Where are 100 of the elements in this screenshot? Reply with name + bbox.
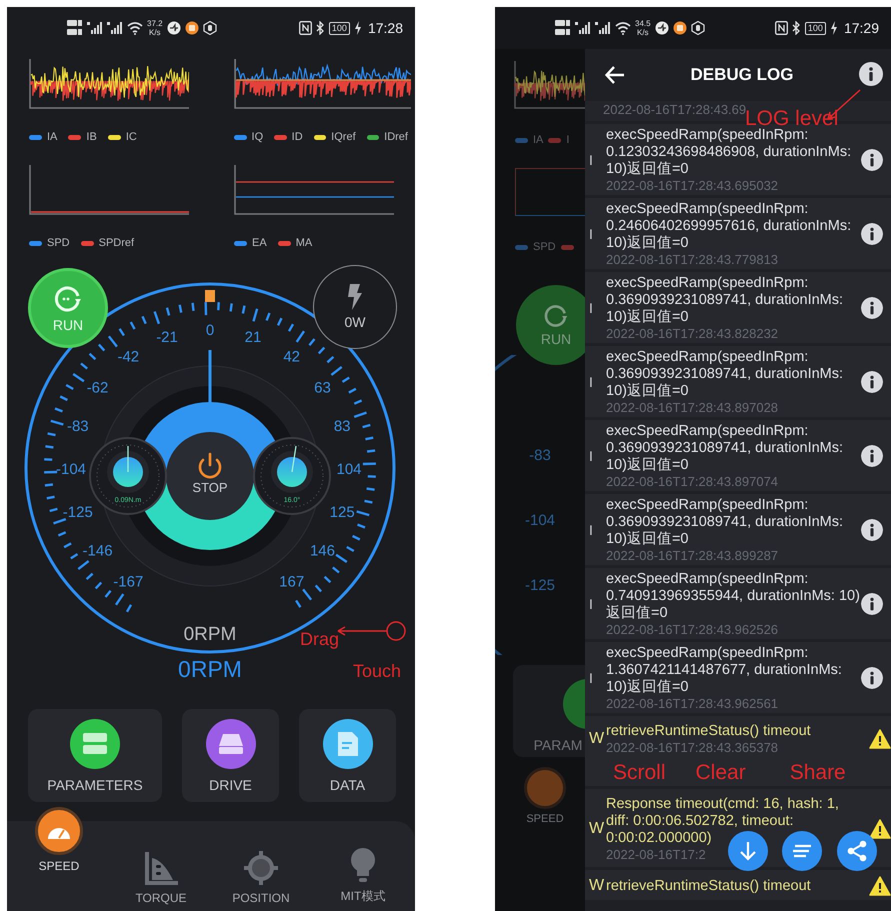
legend-swatch bbox=[548, 138, 562, 142]
down-arrow-icon bbox=[739, 841, 757, 861]
stop-label: STOP bbox=[192, 480, 228, 495]
scale-label: -62 bbox=[86, 379, 108, 396]
info-icon bbox=[861, 519, 883, 541]
log-timestamp: 2022-08-16T17:2 bbox=[606, 847, 706, 862]
log-level: I bbox=[589, 448, 594, 464]
network-speed: 34.5 bbox=[635, 19, 651, 28]
scale-label: -167 bbox=[113, 573, 144, 590]
legend-label: IA bbox=[533, 134, 544, 146]
annotation-label: Clear bbox=[696, 761, 746, 785]
nav-tab[interactable]: SPEED bbox=[7, 807, 111, 873]
crosshair-icon bbox=[243, 850, 279, 886]
log-timestamp: 2022-08-16T17:28:43.695032 bbox=[606, 178, 778, 193]
log-level: W bbox=[589, 820, 606, 838]
target-rpm: 0RPM bbox=[178, 656, 242, 682]
stop-button[interactable] bbox=[166, 432, 254, 520]
scale-label: -83 bbox=[66, 418, 89, 436]
menu-card[interactable]: DATA bbox=[299, 709, 396, 802]
speed-unit: K/s bbox=[637, 28, 649, 37]
legend-label: SPD bbox=[47, 237, 70, 249]
log-level: I bbox=[589, 670, 594, 686]
lightning-icon bbox=[347, 284, 363, 310]
legend-label: EA bbox=[252, 237, 267, 249]
signal-icon bbox=[575, 22, 591, 34]
nav-tab[interactable]: POSITION bbox=[211, 849, 311, 905]
log-level: I bbox=[589, 152, 594, 168]
annotation-label: LOG level bbox=[745, 107, 838, 130]
hd-icon bbox=[555, 19, 571, 37]
wifi-icon bbox=[615, 22, 631, 34]
nfc-icon bbox=[298, 21, 312, 35]
share-icon bbox=[846, 840, 868, 862]
nav-tab[interactable]: MIT模式 bbox=[311, 846, 415, 905]
power-icon bbox=[198, 452, 222, 478]
scale-label: -104 bbox=[524, 512, 556, 529]
signal-icon bbox=[87, 22, 103, 34]
hd-icon bbox=[67, 19, 83, 37]
nav-label: SPEED bbox=[526, 813, 564, 825]
annotation-label: Scroll bbox=[613, 761, 666, 785]
signal-icon bbox=[107, 22, 123, 34]
info-icon bbox=[861, 445, 883, 467]
charging-icon bbox=[354, 21, 362, 35]
annotation-label: Drag bbox=[300, 629, 340, 650]
scale-label: 104 bbox=[336, 461, 362, 478]
app-icon bbox=[166, 21, 181, 35]
log-message: execSpeedRamp(speedInRpm: 0.24606402699957616, durationInMs: 10)返回值=0 bbox=[606, 201, 852, 252]
log-timestamp: 2022-08-16T17:28:43.899287 bbox=[606, 548, 778, 563]
log-message: retrieveRuntimeStatus() timeout bbox=[606, 723, 811, 740]
log-level: I bbox=[589, 226, 594, 242]
chart-icon bbox=[143, 850, 179, 886]
legend-swatch bbox=[560, 244, 574, 250]
scale-label: 83 bbox=[334, 418, 351, 436]
log-timestamp: 2022-08-16T17:28:43.828232 bbox=[606, 326, 778, 341]
legend-label: IB bbox=[86, 131, 97, 143]
log-message: execSpeedRamp(speedInRpm: 0.740913969355944, durationInMs: 10)返回值=0 bbox=[606, 571, 861, 622]
scale-label: -83 bbox=[529, 447, 551, 464]
legend-label: SPD bbox=[533, 241, 556, 253]
log-level-button[interactable] bbox=[858, 62, 883, 88]
power-button[interactable]: 0W bbox=[313, 265, 397, 349]
scale-label: -42 bbox=[117, 348, 140, 366]
clock-time: 17:29 bbox=[844, 20, 879, 36]
menu-card[interactable]: PARAMETERS bbox=[28, 709, 162, 802]
scale-label: 63 bbox=[314, 379, 331, 396]
refresh-icon bbox=[53, 284, 83, 314]
scale-label: 167 bbox=[279, 573, 304, 590]
app-icon bbox=[654, 21, 669, 35]
legend-label: MA bbox=[296, 237, 312, 249]
signal-icon bbox=[595, 22, 611, 34]
scale-label: -21 bbox=[156, 328, 178, 346]
battery-indicator: 100 bbox=[804, 22, 826, 34]
scale-label: -125 bbox=[62, 504, 93, 521]
log-message: execSpeedRamp(speedInRpm: 0.12303243698486908, durationInMs: 10)返回值=0 bbox=[606, 127, 852, 178]
menu-card: PARAM bbox=[513, 665, 585, 757]
annotation-label: Share bbox=[790, 761, 846, 785]
log-level: W bbox=[589, 730, 606, 748]
screen-title: DEBUG LOG bbox=[690, 65, 794, 85]
back-button[interactable] bbox=[605, 66, 625, 84]
legend-label: SPDref bbox=[98, 237, 134, 249]
log-timestamp: 2022-08-16T17:28:43.897074 bbox=[606, 474, 778, 489]
log-message: execSpeedRamp(speedInRpm: 0.3690939231089741, durationInMs: 10)返回值=0 bbox=[606, 423, 844, 474]
scale-label: 146 bbox=[310, 542, 335, 560]
legend-label: IDref bbox=[384, 131, 408, 143]
log-message: execSpeedRamp(speedInRpm: 0.3690939231089741, durationInMs: 10)返回值=0 bbox=[606, 275, 844, 326]
legend-label: IQ bbox=[252, 131, 264, 143]
scale-label: -104 bbox=[56, 461, 86, 478]
legend-swatch bbox=[515, 138, 528, 142]
log-timestamp: 2022-08-16T17:28:43.365378 bbox=[606, 740, 778, 755]
info-icon bbox=[861, 297, 883, 319]
nfc-icon bbox=[774, 21, 788, 35]
scale-label: 42 bbox=[283, 348, 300, 366]
log-message: Response timeout(cmd: 16, hash: 1, diff: 0:00:06.502782, timeout: 0:00:02.000000) bbox=[606, 796, 840, 847]
menu-card[interactable]: DRIVE bbox=[182, 709, 279, 802]
scale-label: 125 bbox=[330, 504, 355, 521]
info-icon bbox=[861, 667, 883, 689]
legend-label: IA bbox=[47, 131, 58, 143]
legend-label: I bbox=[566, 134, 570, 146]
nav-tab[interactable]: TORQUE bbox=[111, 849, 211, 905]
log-message: execSpeedRamp(speedInRpm: 1.3607421141487677, durationInMs: 10)返回值=0 bbox=[606, 645, 843, 696]
scale-label: -125 bbox=[524, 577, 556, 594]
charging-icon bbox=[830, 21, 838, 35]
